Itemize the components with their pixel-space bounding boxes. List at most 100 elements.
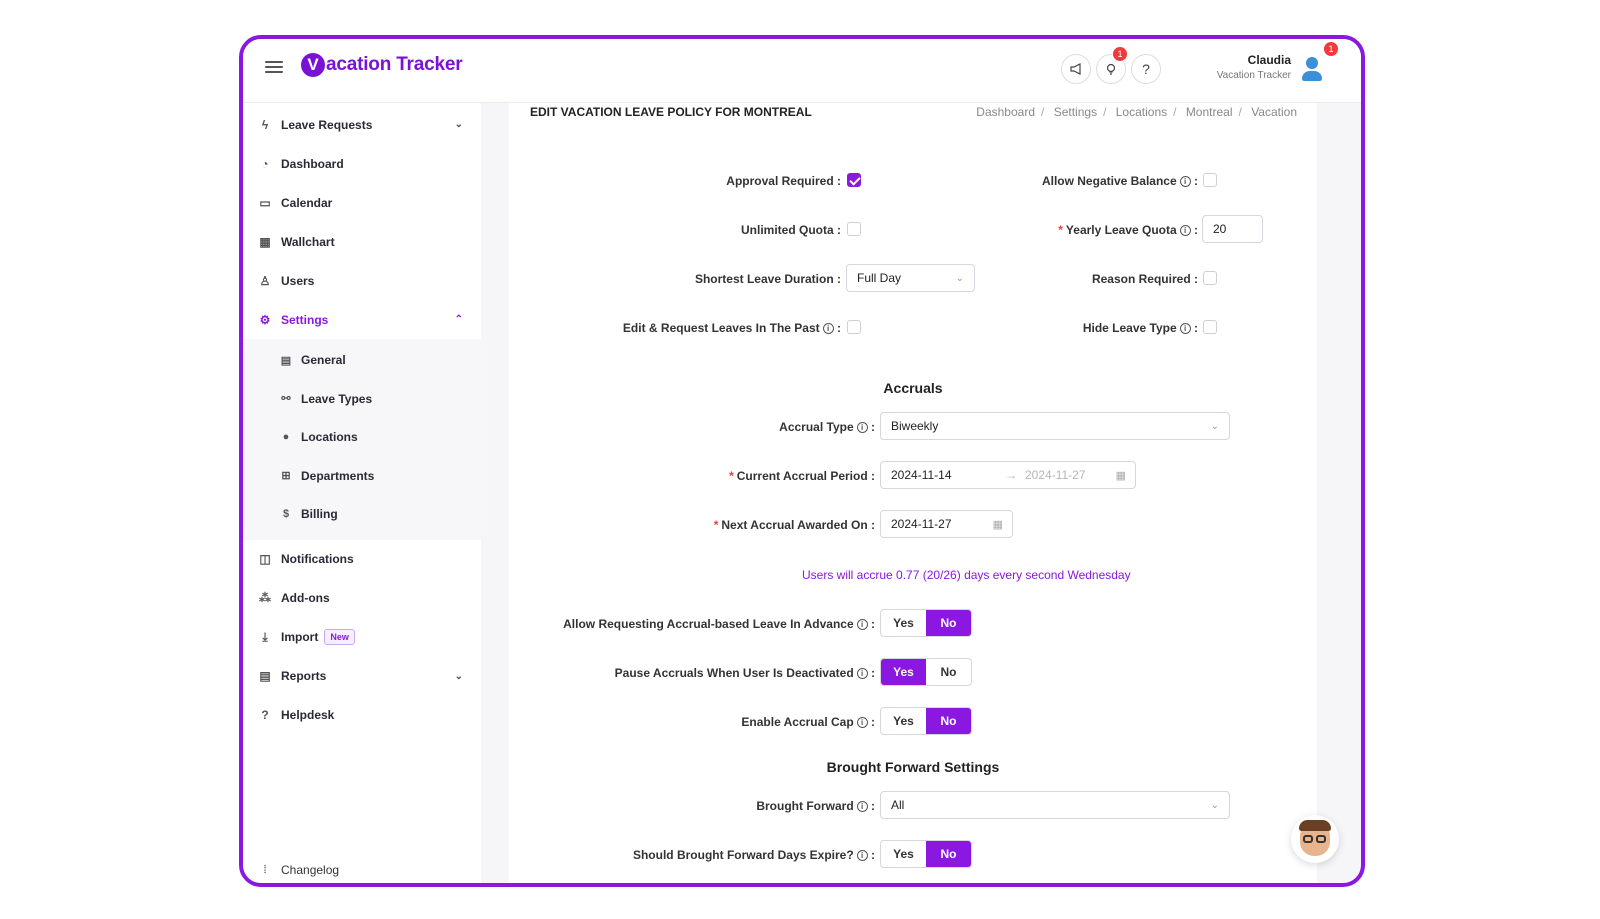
next-accrual-date-input[interactable]: 2024-11-27 ▦ <box>880 510 1013 538</box>
edit-past-label: Edit & Request Leaves In The Past i : <box>622 321 841 335</box>
breadcrumb-vacation: Vacation <box>1251 105 1297 119</box>
help-icon: ? <box>261 708 269 722</box>
sidebar-item-label: Calendar <box>281 195 333 210</box>
user-menu[interactable]: Claudia Vacation Tracker <box>1217 53 1291 81</box>
hide-leave-type-checkbox[interactable] <box>1203 320 1217 334</box>
sidebar-item-add-ons[interactable]: ⁂ Add-ons <box>243 579 481 618</box>
sidebar-item-label: Settings <box>281 312 329 327</box>
sidebar-item-departments[interactable]: ⊞ Departments <box>243 457 481 496</box>
breadcrumb-dashboard[interactable]: Dashboard <box>976 105 1035 119</box>
sidebar-item-settings[interactable]: ⚙ Settings ⌃ <box>243 300 481 339</box>
brought-forward-select[interactable]: All ⌄ <box>880 791 1230 819</box>
sidebar-item-calendar[interactable]: ▭ Calendar <box>243 183 481 222</box>
chevron-down-icon: ⌄ <box>1210 799 1219 811</box>
no-option[interactable]: No <box>926 659 971 685</box>
app-window: V acation Tracker 1 ? Claudia Vacation T… <box>239 35 1365 887</box>
info-icon: i <box>856 619 868 630</box>
document-icon: ▤ <box>280 354 292 367</box>
yes-option[interactable]: Yes <box>881 610 926 636</box>
calendar-icon: ▦ <box>992 518 1003 531</box>
next-accrual-label: * Next Accrual Awarded On : <box>713 518 875 532</box>
calendar-icon: ▦ <box>1115 469 1126 482</box>
select-value: All <box>891 798 905 812</box>
sidebar-item-dashboard[interactable]: ◔ Dashboard <box>243 144 481 183</box>
info-icon: i <box>856 422 868 433</box>
new-badge: New <box>324 629 355 645</box>
main-content: EDIT VACATION LEAVE POLICY FOR MONTREAL … <box>509 103 1317 883</box>
sidebar-item-import[interactable]: ⤓ Import New <box>243 618 481 657</box>
info-icon: i <box>1179 176 1191 187</box>
sidebar-item-label: Add-ons <box>281 591 330 605</box>
reason-required-checkbox[interactable] <box>1203 271 1217 285</box>
help-icon[interactable]: ? <box>1131 54 1161 84</box>
allow-negative-balance-checkbox[interactable] <box>1203 173 1217 187</box>
sidebar-item-leave-requests[interactable]: ϟ Leave Requests ⌄ <box>243 105 481 144</box>
brought-forward-heading: Brought Forward Settings <box>826 759 1000 775</box>
sidebar-item-wallchart[interactable]: ▦ Wallchart <box>243 222 481 261</box>
yearly-leave-quota-input[interactable]: 20 <box>1202 215 1263 243</box>
sidebar-item-general[interactable]: ▤ General <box>243 341 481 380</box>
app-logo[interactable]: V acation Tracker <box>301 53 463 77</box>
accrual-type-select[interactable]: Biweekly ⌄ <box>880 412 1230 440</box>
yearly-leave-quota-label: * Yearly Leave Quota i : <box>1058 223 1198 237</box>
bolt-icon: ϟ <box>261 117 269 132</box>
yes-option[interactable]: Yes <box>881 659 926 685</box>
avatar[interactable] <box>1301 57 1323 83</box>
menu-collapse-icon[interactable] <box>265 61 283 75</box>
chevron-down-icon: ⌄ <box>955 272 964 284</box>
no-option[interactable]: No <box>926 841 971 867</box>
sidebar-item-locations[interactable]: ● Locations <box>243 418 481 457</box>
sidebar-item-label: Leave Requests <box>281 117 373 132</box>
bf-expire-toggle: Yes No <box>880 840 972 868</box>
grid-icon: ▦ <box>259 234 271 249</box>
allow-in-advance-label: Allow Requesting Accrual-based Leave In … <box>563 617 875 631</box>
sidebar-item-helpdesk[interactable]: ? Helpdesk <box>243 696 481 735</box>
sidebar-item-reports[interactable]: ▤ Reports ⌄ <box>243 657 481 696</box>
yes-option[interactable]: Yes <box>881 841 926 867</box>
report-icon: ▤ <box>259 669 271 683</box>
megaphone-icon[interactable] <box>1061 54 1091 84</box>
changelog-icon: ⁞ <box>263 864 267 876</box>
allow-in-advance-toggle: Yes No <box>880 609 972 637</box>
reason-required-label: Reason Required : <box>1091 272 1198 286</box>
sidebar-item-label: Notifications <box>281 552 354 566</box>
breadcrumb-montreal[interactable]: Montreal <box>1186 105 1233 119</box>
sidebar-item-notifications[interactable]: ◫ Notifications <box>243 540 481 579</box>
no-option[interactable]: No <box>926 610 971 636</box>
shortest-leave-duration-select[interactable]: Full Day ⌄ <box>846 264 975 292</box>
approval-required-checkbox[interactable] <box>847 173 861 187</box>
page-title: EDIT VACATION LEAVE POLICY FOR MONTREAL <box>530 105 812 119</box>
sidebar-item-label: Dashboard <box>281 156 344 171</box>
sidebar-item-label: Billing <box>301 507 338 522</box>
select-value: Biweekly <box>891 419 939 433</box>
sidebar-item-label: Departments <box>301 468 375 483</box>
breadcrumb-settings[interactable]: Settings <box>1054 105 1097 119</box>
changelog-link[interactable]: ⁞ Changelog <box>257 863 339 877</box>
ideas-badge: 1 <box>1112 46 1128 62</box>
gear-icon: ⚙ <box>259 312 271 327</box>
yes-option[interactable]: Yes <box>881 708 926 734</box>
allow-negative-balance-label: Allow Negative Balance i : <box>1041 174 1198 188</box>
sidebar-item-leave-types[interactable]: ⚯ Leave Types <box>243 380 481 419</box>
user-name: Claudia <box>1247 53 1291 67</box>
chevron-down-icon: ⌄ <box>454 670 463 682</box>
sidebar-item-label: Leave Types <box>301 391 373 406</box>
unlimited-quota-label: Unlimited Quota : <box>740 223 841 237</box>
leave-types-icon: ⚯ <box>281 393 291 406</box>
current-accrual-period-range[interactable]: 2024-11-14 → 2024-11-27 ▦ <box>880 461 1136 489</box>
brought-forward-label: Brought Forward i : <box>756 799 875 813</box>
period-start: 2024-11-14 <box>891 468 952 482</box>
location-pin-icon: ● <box>282 431 290 444</box>
lightbulb-icon[interactable]: 1 <box>1096 46 1128 84</box>
changelog-label: Changelog <box>281 863 340 877</box>
sidebar-item-users[interactable]: ♙ Users <box>243 261 481 300</box>
edit-past-checkbox[interactable] <box>847 320 861 334</box>
sidebar: ϟ Leave Requests ⌄ ◔ Dashboard ▭ Calenda… <box>243 103 481 883</box>
sidebar-item-label: General <box>301 353 346 368</box>
sidebar-item-billing[interactable]: $ Billing <box>243 495 481 534</box>
departments-icon: ⊞ <box>281 470 291 483</box>
support-chat-button[interactable] <box>1291 815 1339 863</box>
unlimited-quota-checkbox[interactable] <box>847 222 861 236</box>
breadcrumb-locations[interactable]: Locations <box>1116 105 1167 119</box>
no-option[interactable]: No <box>926 708 971 734</box>
